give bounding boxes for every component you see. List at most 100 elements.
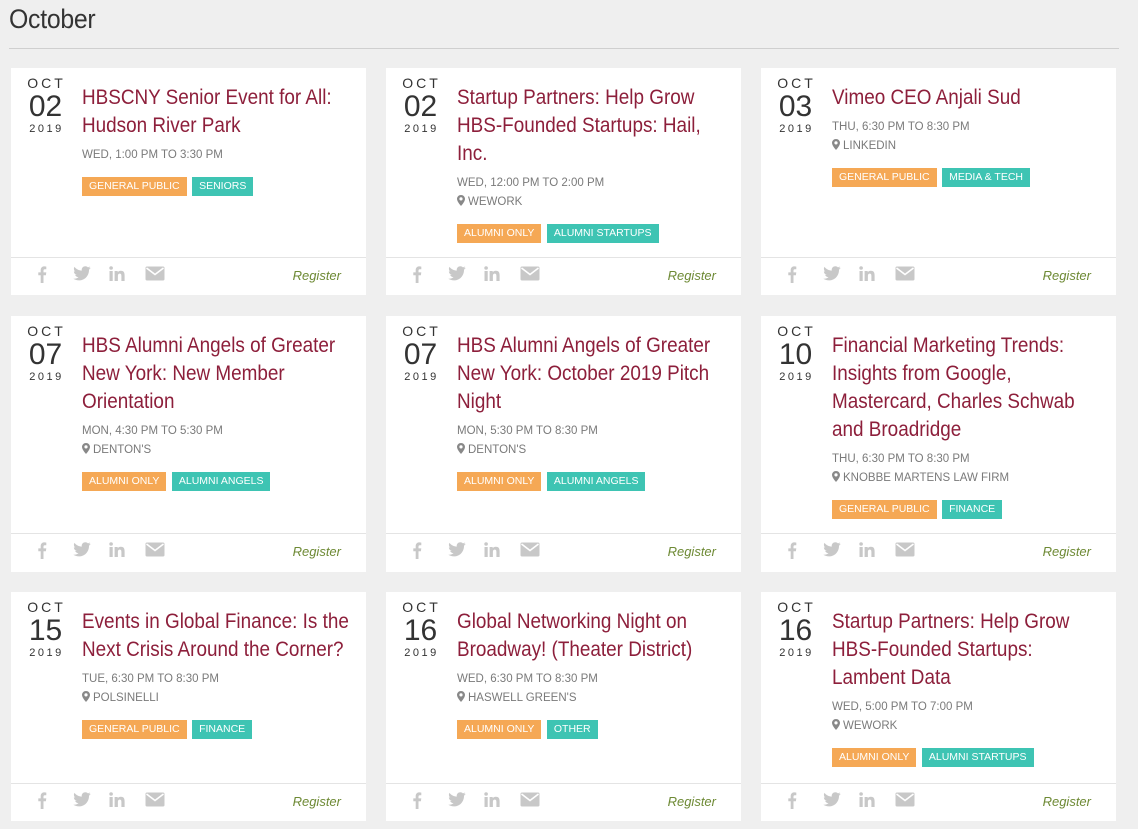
linkedin-icon[interactable] bbox=[859, 542, 895, 562]
email-icon[interactable] bbox=[895, 792, 931, 812]
event-location-text: HASWELL GREEN'S bbox=[468, 692, 577, 704]
event-title-link[interactable]: Financial Marketing Trends: Insights fro… bbox=[832, 332, 1107, 444]
twitter-icon[interactable] bbox=[823, 542, 859, 562]
register-link[interactable]: Register bbox=[1043, 268, 1091, 283]
event-title-link[interactable]: Vimeo CEO Anjali Sud bbox=[832, 84, 1107, 112]
location-pin-icon bbox=[457, 691, 468, 704]
facebook-icon[interactable] bbox=[786, 542, 823, 562]
event-date-day: 03 bbox=[778, 90, 813, 123]
event-date-month: OCT bbox=[777, 599, 816, 615]
event-tag[interactable]: GENERAL PUBLIC bbox=[832, 168, 937, 187]
event-tag[interactable]: ALUMNI STARTUPS bbox=[546, 224, 659, 243]
event-tag[interactable]: OTHER bbox=[546, 720, 598, 739]
email-icon[interactable] bbox=[520, 792, 556, 812]
register-link[interactable]: Register bbox=[293, 794, 341, 809]
email-icon[interactable] bbox=[895, 266, 931, 286]
event-title-link[interactable]: HBS Alumni Angels of Greater New York: N… bbox=[82, 332, 357, 416]
facebook-icon[interactable] bbox=[411, 542, 448, 562]
event-tag[interactable]: ALUMNI ONLY bbox=[457, 472, 542, 491]
register-link[interactable]: Register bbox=[668, 544, 716, 559]
event-location: WEWORK bbox=[832, 717, 1107, 736]
event-tag[interactable]: FINANCE bbox=[192, 720, 253, 739]
event-tag[interactable]: ALUMNI ONLY bbox=[457, 224, 542, 243]
event-tag[interactable]: ALUMNI ANGELS bbox=[546, 472, 646, 491]
facebook-icon[interactable] bbox=[786, 266, 823, 286]
event-date-year: 2019 bbox=[779, 647, 814, 659]
register-link[interactable]: Register bbox=[668, 794, 716, 809]
event-date-year: 2019 bbox=[29, 123, 64, 135]
facebook-icon[interactable] bbox=[36, 266, 73, 286]
linkedin-icon[interactable] bbox=[109, 792, 145, 812]
register-link[interactable]: Register bbox=[668, 268, 716, 283]
register-link[interactable]: Register bbox=[293, 268, 341, 283]
facebook-icon[interactable] bbox=[786, 792, 823, 812]
event-tag[interactable]: GENERAL PUBLIC bbox=[82, 720, 187, 739]
event-date: OCT 03 2019 bbox=[773, 75, 818, 135]
email-icon[interactable] bbox=[520, 542, 556, 562]
email-icon[interactable] bbox=[145, 266, 181, 286]
linkedin-icon[interactable] bbox=[859, 792, 895, 812]
twitter-icon[interactable] bbox=[448, 542, 484, 562]
event-tag[interactable]: MEDIA & TECH bbox=[942, 168, 1030, 187]
event-date: OCT 15 2019 bbox=[23, 599, 68, 659]
linkedin-icon[interactable] bbox=[859, 266, 895, 286]
event-tags: ALUMNI ONLY ALUMNI STARTUPS bbox=[457, 223, 732, 243]
facebook-icon[interactable] bbox=[411, 266, 448, 286]
event-location-text: KNOBBE MARTENS LAW FIRM bbox=[843, 472, 1010, 484]
twitter-icon[interactable] bbox=[823, 266, 859, 286]
email-icon[interactable] bbox=[145, 542, 181, 562]
event-tag[interactable]: ALUMNI STARTUPS bbox=[921, 748, 1034, 767]
event-location-text: POLSINELLI bbox=[93, 692, 159, 704]
event-location: LINKEDIN bbox=[832, 137, 1107, 156]
event-tag[interactable]: ALUMNI ONLY bbox=[457, 720, 542, 739]
month-divider bbox=[9, 48, 1119, 49]
linkedin-icon[interactable] bbox=[109, 266, 145, 286]
event-title-link[interactable]: Events in Global Finance: Is the Next Cr… bbox=[82, 608, 357, 664]
twitter-icon[interactable] bbox=[73, 792, 109, 812]
event-title-link[interactable]: Startup Partners: Help Grow HBS-Founded … bbox=[832, 608, 1107, 692]
facebook-icon[interactable] bbox=[36, 542, 73, 562]
linkedin-icon[interactable] bbox=[484, 542, 520, 562]
twitter-icon[interactable] bbox=[448, 792, 484, 812]
event-title-link[interactable]: HBSCNY Senior Event for All: Hudson Rive… bbox=[82, 84, 357, 140]
linkedin-icon[interactable] bbox=[109, 542, 145, 562]
event-title-link[interactable]: Global Networking Night on Broadway! (Th… bbox=[457, 608, 732, 664]
register-link[interactable]: Register bbox=[293, 544, 341, 559]
linkedin-icon[interactable] bbox=[484, 266, 520, 286]
share-links bbox=[36, 542, 181, 562]
event-tag[interactable]: ALUMNI ONLY bbox=[82, 472, 167, 491]
email-icon[interactable] bbox=[145, 792, 181, 812]
event-title-link[interactable]: Startup Partners: Help Grow HBS-Founded … bbox=[457, 84, 732, 168]
register-link[interactable]: Register bbox=[1043, 544, 1091, 559]
email-icon[interactable] bbox=[895, 542, 931, 562]
event-time: THU, 6:30 PM TO 8:30 PM bbox=[832, 121, 970, 133]
event-card: OCT 07 2019 HBS Alumni Angels of Greater… bbox=[11, 316, 366, 572]
facebook-icon[interactable] bbox=[411, 792, 448, 812]
location-pin-icon bbox=[832, 719, 843, 732]
facebook-icon[interactable] bbox=[36, 792, 73, 812]
event-location-text: DENTON'S bbox=[93, 444, 152, 456]
event-tags: ALUMNI ONLY OTHER bbox=[457, 719, 732, 739]
event-tag[interactable]: ALUMNI ANGELS bbox=[171, 472, 271, 491]
event-tag[interactable]: ALUMNI ONLY bbox=[832, 748, 917, 767]
event-tag[interactable]: GENERAL PUBLIC bbox=[832, 500, 937, 519]
event-tag[interactable]: SENIORS bbox=[192, 177, 254, 196]
twitter-icon[interactable] bbox=[448, 266, 484, 286]
event-tag[interactable]: FINANCE bbox=[942, 500, 1003, 519]
card-footer: Register bbox=[761, 534, 1116, 570]
email-icon[interactable] bbox=[520, 266, 556, 286]
event-tag[interactable]: GENERAL PUBLIC bbox=[82, 177, 187, 196]
location-pin-icon bbox=[457, 195, 468, 208]
event-time: WED, 12:00 PM TO 2:00 PM bbox=[457, 177, 605, 189]
twitter-icon[interactable] bbox=[73, 542, 109, 562]
location-pin-icon bbox=[82, 691, 93, 704]
twitter-icon[interactable] bbox=[73, 266, 109, 286]
event-location-text: WEWORK bbox=[843, 720, 898, 732]
register-link[interactable]: Register bbox=[1043, 794, 1091, 809]
share-links bbox=[411, 266, 556, 286]
event-title-link[interactable]: HBS Alumni Angels of Greater New York: O… bbox=[457, 332, 732, 416]
location-pin-icon bbox=[832, 471, 843, 484]
event-date-day: 16 bbox=[403, 614, 438, 647]
linkedin-icon[interactable] bbox=[484, 792, 520, 812]
twitter-icon[interactable] bbox=[823, 792, 859, 812]
